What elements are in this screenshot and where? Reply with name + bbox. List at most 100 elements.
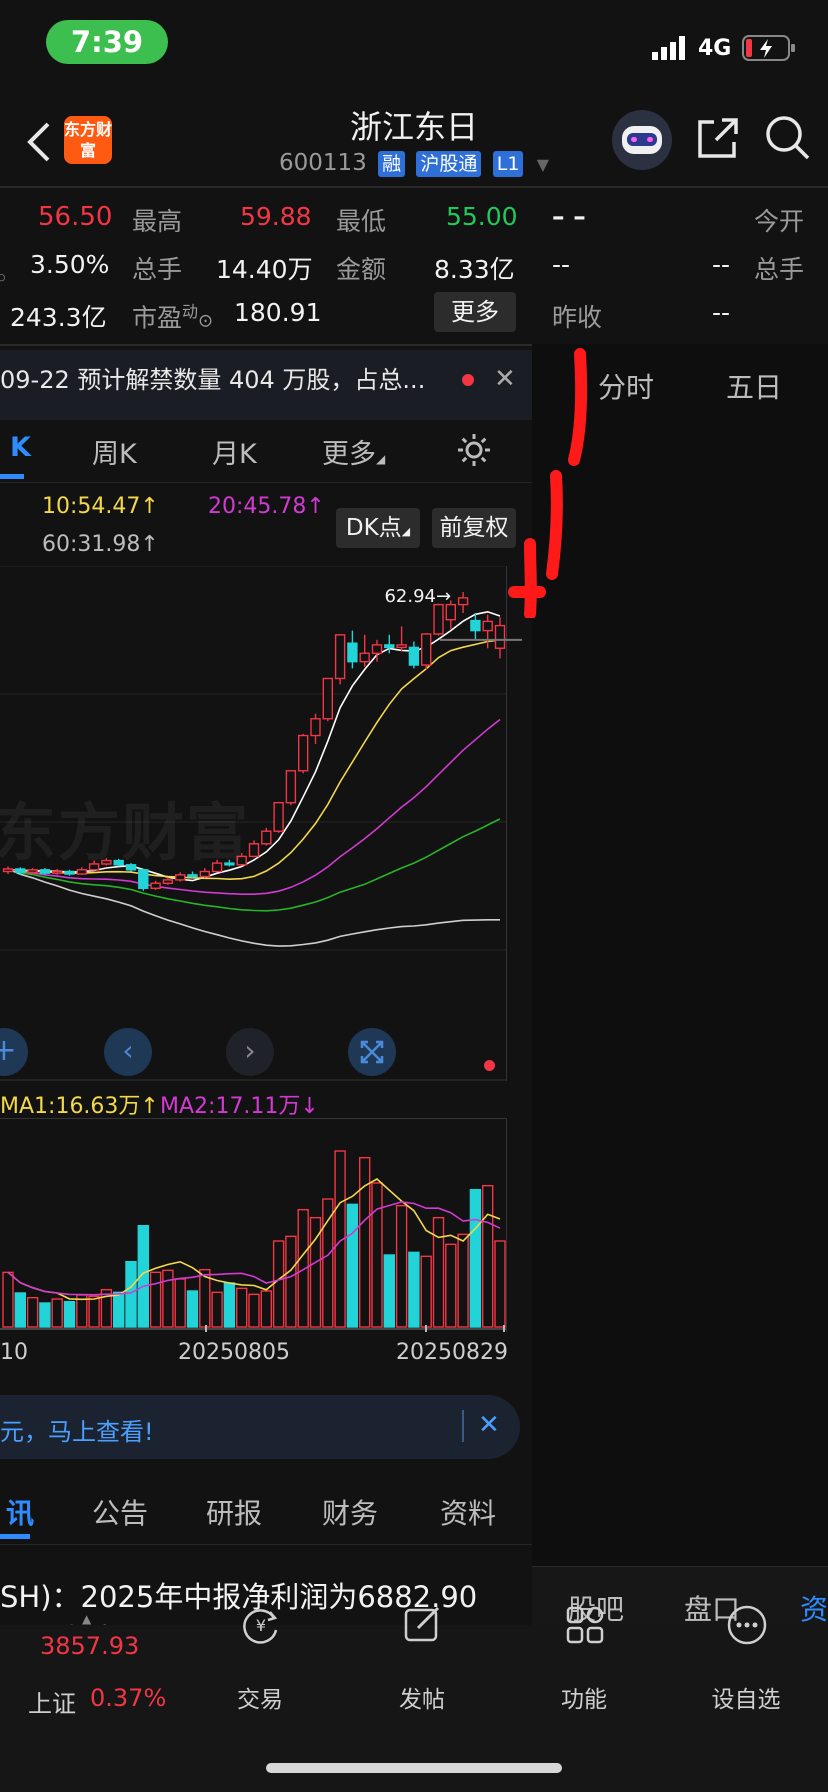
candle [261, 827, 272, 846]
nav-functions[interactable]: 功能 [524, 1680, 644, 1714]
volume-bar [63, 1300, 76, 1328]
dk-caret-icon: ◢ [401, 525, 411, 538]
tab-intraday[interactable]: 分时 [598, 366, 654, 406]
candle [482, 614, 493, 649]
tab-news[interactable]: 讯 [6, 1492, 34, 1532]
divider [0, 482, 532, 483]
pe-value: 180.91 [234, 298, 322, 327]
candle-body [273, 801, 284, 832]
battery-icon [742, 35, 795, 61]
volume-bar [2, 1271, 14, 1328]
robot-assistant-icon[interactable] [612, 110, 672, 170]
tab-month-k[interactable]: 月K [212, 432, 257, 471]
tab-day-k[interactable]: K [10, 432, 31, 463]
candle [174, 872, 186, 882]
pan-right-button[interactable]: › [226, 1028, 274, 1076]
volume-bar [26, 1296, 39, 1328]
tab-research[interactable]: 研报 [206, 1492, 262, 1532]
volume-bar [223, 1282, 236, 1328]
prev-close-value: -- [712, 298, 731, 327]
tab-capital[interactable]: 资 [800, 1588, 828, 1628]
volume-bar [88, 1295, 100, 1328]
candle [359, 634, 370, 667]
low-value: 55.00 [446, 202, 518, 231]
candle-body [261, 830, 272, 845]
tab-announcements[interactable]: 公告 [92, 1492, 148, 1532]
post-icon[interactable] [402, 1604, 444, 1646]
volume-chart[interactable] [0, 1118, 522, 1339]
x-tick-1: 20250805 [178, 1340, 290, 1365]
change-pct: 3.50% [30, 250, 110, 279]
right-volume-left: -- [552, 250, 571, 279]
home-indicator [266, 1763, 562, 1773]
volume-bar [39, 1302, 51, 1328]
tab-profile[interactable]: 资料 [440, 1492, 496, 1532]
candle-body [138, 869, 149, 889]
trade-icon[interactable]: ¥ [240, 1604, 282, 1646]
index-name: 上证 [28, 1690, 76, 1718]
tab-indicator [0, 474, 24, 479]
volume-bar [174, 1278, 186, 1328]
vol-ma2-legend: MA2:17.11万↓ [160, 1094, 319, 1119]
candle [421, 633, 432, 670]
prev-close-label: 昨收 [552, 303, 603, 332]
tab-finance[interactable]: 财务 [322, 1492, 378, 1532]
volume-bar [469, 1188, 482, 1328]
nav-trade[interactable]: 交易 [200, 1680, 320, 1714]
index-value[interactable]: 3857.93 [40, 1632, 139, 1660]
candle-body [482, 620, 493, 632]
nav-post[interactable]: 发帖 [362, 1680, 482, 1714]
candle-body [248, 843, 260, 858]
more-quote-button[interactable]: 更多 [434, 292, 516, 332]
nav-add-watchlist[interactable]: 设自选 [686, 1680, 806, 1714]
high-label: 最高 [132, 207, 183, 236]
volume-bar [14, 1292, 27, 1328]
close-notice-icon[interactable]: ✕ [494, 364, 516, 394]
candle-body [384, 644, 395, 649]
volume-bar [322, 1198, 334, 1328]
close-promo-icon[interactable]: ✕ [478, 1410, 500, 1440]
settings-gear-icon[interactable] [456, 432, 492, 468]
functions-icon[interactable] [564, 1604, 606, 1646]
tab-week-k[interactable]: 周K [92, 432, 137, 471]
volume-bar [149, 1271, 162, 1328]
svg-text:¥: ¥ [256, 1616, 266, 1635]
ma60-legend: 60:31.98↑ [42, 532, 159, 557]
volume-label: 总手 [132, 255, 183, 284]
volume-bar [112, 1291, 125, 1328]
candle-body [298, 734, 309, 772]
volume-bar [272, 1240, 285, 1328]
candle-body [322, 677, 333, 720]
more-caret-icon: ◢ [376, 452, 386, 466]
adjust-button[interactable]: 前复权 [432, 508, 516, 548]
fullscreen-button[interactable] [348, 1028, 396, 1076]
share-icon[interactable] [696, 116, 740, 160]
candle-body [174, 874, 186, 881]
amount-label: 金额 [336, 255, 387, 284]
volume-bar [346, 1203, 359, 1328]
pan-left-button[interactable]: ‹ [104, 1028, 152, 1076]
candle-body [162, 879, 174, 884]
ma20-legend: 20:45.78↑ [208, 494, 325, 519]
divider [0, 1544, 532, 1545]
candle [248, 840, 260, 858]
more-circle-icon[interactable] [726, 1604, 768, 1646]
tab-five-day[interactable]: 五日 [726, 366, 782, 406]
candle [408, 641, 420, 669]
candle [150, 880, 161, 890]
candle [187, 871, 198, 879]
search-icon[interactable] [764, 114, 810, 160]
candle [334, 634, 346, 685]
promo-divider [462, 1410, 464, 1442]
info-circle-icon[interactable]: ⊙ [198, 310, 213, 331]
tab-more-label: 更多 [322, 439, 376, 470]
candle-body [199, 870, 211, 878]
volume-bar [235, 1287, 248, 1328]
tab-more[interactable]: 更多◢ [322, 432, 385, 471]
candle-body [494, 624, 506, 649]
level-tag: L1 [492, 150, 524, 177]
dropdown-triangle-icon[interactable]: ▼ [537, 155, 549, 174]
pe-label: 市盈动⊙ [132, 298, 213, 334]
dk-point-button[interactable]: DK点◢ [336, 508, 420, 548]
volume-bar [260, 1290, 272, 1328]
